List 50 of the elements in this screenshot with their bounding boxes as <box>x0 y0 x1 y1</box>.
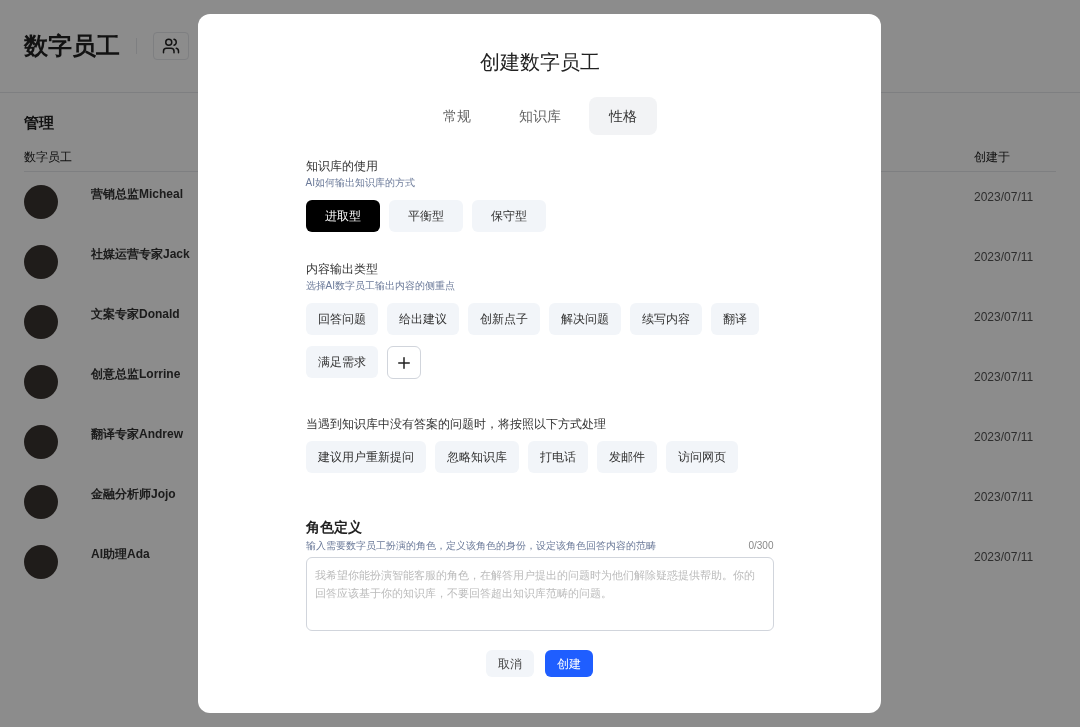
created-date: 2023/07/11 <box>974 188 1035 206</box>
created-date: 2023/07/11 <box>974 548 1035 566</box>
role-title: 角色定义 <box>305 518 363 537</box>
tab[interactable]: 常规 <box>422 97 491 135</box>
option-chip[interactable]: 翻译 <box>710 303 759 335</box>
section-subtitle: AI如何输出知识库的方式 <box>305 176 416 190</box>
cancel-button[interactable]: 取消 <box>486 650 534 677</box>
option-chip[interactable]: 打电话 <box>527 441 588 473</box>
role-textarea[interactable]: 我希望你能扮演智能客服的角色，在解答用户提出的问题时为他们解除疑惑提供帮助。你的回答应该基于你的知识库，不要回答超出知识库范畴的问题。 <box>305 557 774 631</box>
option-chip[interactable]: 创新点子 <box>467 303 540 335</box>
avatar <box>24 424 58 459</box>
users-icon <box>162 37 180 55</box>
tab[interactable]: 性格 <box>588 97 657 135</box>
page-title: 数字员工 <box>24 31 120 61</box>
create-button[interactable]: 创建 <box>545 650 593 677</box>
avatar <box>24 364 58 399</box>
section-title: 知识库的使用 <box>305 158 379 175</box>
created-date: 2023/07/11 <box>974 368 1035 386</box>
created-date: 2023/07/11 <box>974 248 1035 266</box>
option-chip[interactable]: 解决问题 <box>548 303 621 335</box>
char-counter: 0/300 <box>748 539 774 553</box>
add-button[interactable] <box>386 346 421 379</box>
created-date: 2023/07/11 <box>974 308 1035 326</box>
avatar <box>24 244 58 279</box>
option-chip[interactable]: 回答问题 <box>305 303 378 335</box>
option-chip[interactable]: 忽略知识库 <box>434 441 519 473</box>
option-chip[interactable]: 进取型 <box>305 200 380 232</box>
option-chip[interactable]: 发邮件 <box>596 441 657 473</box>
role-hint: 输入需要数字员工扮演的角色，定义该角色的身份，设定该角色回答内容的范畴 <box>305 539 656 553</box>
tab[interactable]: 知识库 <box>498 97 581 135</box>
column-header: 创建于 <box>974 148 1011 166</box>
header-button[interactable] <box>153 32 189 60</box>
option-chip[interactable]: 保守型 <box>471 200 546 232</box>
created-date: 2023/07/11 <box>974 488 1035 506</box>
avatar <box>24 544 58 579</box>
section-title: 当遇到知识库中没有答案的问题时，将按照以下方式处理 <box>305 416 607 433</box>
section-title: 内容输出类型 <box>305 261 379 278</box>
avatar <box>24 484 58 519</box>
section-title: 管理 <box>24 113 54 133</box>
section-subtitle: 选择AI数字员工输出内容的侧重点 <box>305 279 456 293</box>
option-chip[interactable]: 建议用户重新提问 <box>305 441 426 473</box>
option-chip[interactable]: 续写内容 <box>629 303 702 335</box>
dialog-title: 创建数字员工 <box>479 50 600 75</box>
created-date: 2023/07/11 <box>974 428 1035 446</box>
avatar <box>24 304 58 339</box>
option-chip[interactable]: 访问网页 <box>665 441 738 473</box>
option-chip[interactable]: 满足需求 <box>305 346 378 378</box>
option-chip[interactable]: 给出建议 <box>386 303 459 335</box>
option-chip[interactable]: 平衡型 <box>388 200 463 232</box>
avatar <box>24 184 58 219</box>
